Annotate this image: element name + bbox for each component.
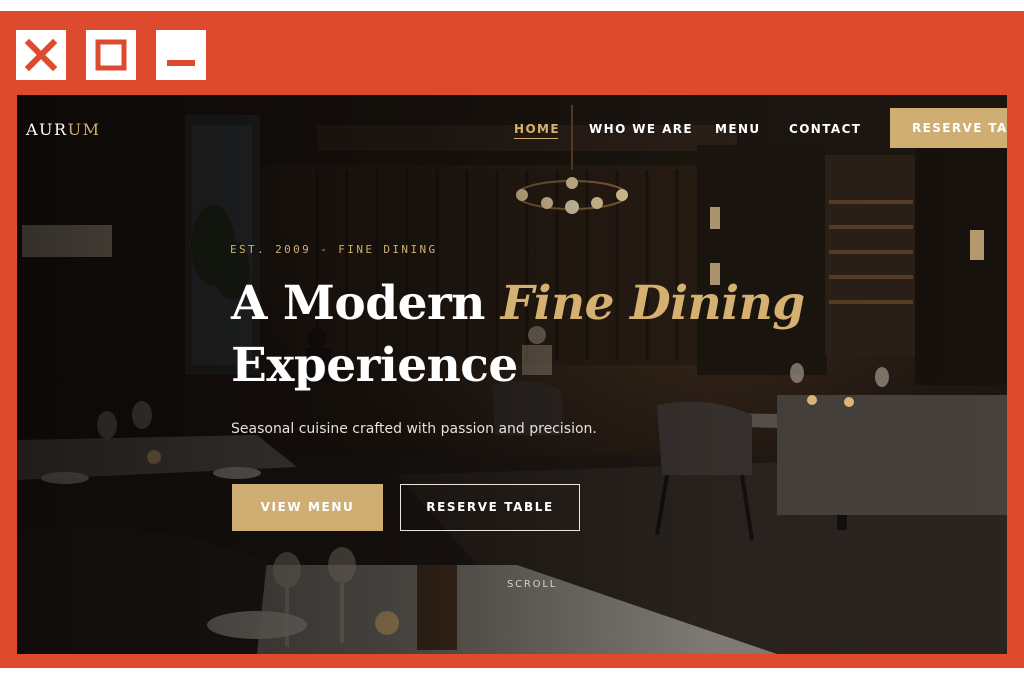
header-reserve-table-button[interactable]: RESERVE TABLE <box>890 108 1007 148</box>
nav-contact-link[interactable]: CONTACT <box>789 122 861 136</box>
hero-reserve-table-button[interactable]: RESERVE TABLE <box>400 484 580 531</box>
logo-accent: UM <box>67 120 101 139</box>
browser-window-frame: AURUM HOME WHO WE ARE MENU CONTACT RESER… <box>0 11 1024 668</box>
view-menu-button[interactable]: VIEW MENU <box>232 484 383 531</box>
maximize-icon <box>95 39 127 71</box>
logo-main: AUR <box>26 120 68 139</box>
hero-subtitle: Seasonal cuisine crafted with passion an… <box>231 421 597 437</box>
nav-menu-link[interactable]: MENU <box>715 122 761 136</box>
nav-home-link[interactable]: HOME <box>514 122 560 136</box>
close-icon <box>24 38 58 72</box>
minimize-icon <box>167 60 195 66</box>
window-maximize-button[interactable] <box>86 30 136 80</box>
headline-part1: A Modern <box>231 276 501 331</box>
window-minimize-button[interactable] <box>156 30 206 80</box>
headline-line2: Experience <box>231 338 518 393</box>
website-viewport: AURUM HOME WHO WE ARE MENU CONTACT RESER… <box>17 95 1007 654</box>
hero-eyebrow: EST. 2009 - FINE DINING <box>230 243 438 256</box>
scroll-indicator[interactable]: SCROLL <box>507 579 557 590</box>
nav-who-we-are-link[interactable]: WHO WE ARE <box>589 122 693 136</box>
nav-active-underline <box>514 138 558 139</box>
site-logo[interactable]: AURUM <box>26 120 100 139</box>
hero-headline: A Modern Fine Dining Experience <box>231 273 805 397</box>
window-close-button[interactable] <box>16 30 66 80</box>
headline-highlight: Fine Dining <box>500 276 805 331</box>
